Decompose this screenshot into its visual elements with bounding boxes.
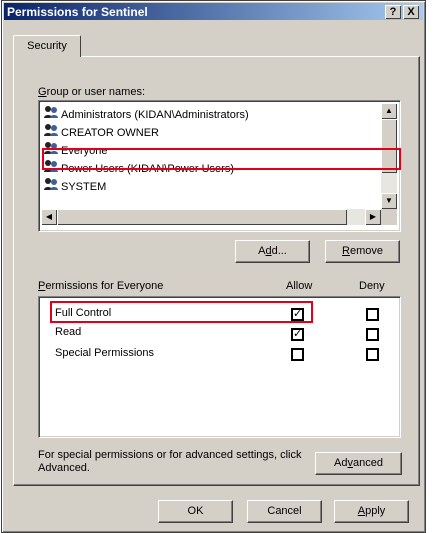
deny-special-checkbox[interactable] [366, 348, 379, 361]
close-button[interactable]: X [403, 5, 419, 19]
tab-security[interactable]: Security [13, 35, 81, 57]
users-group-icon [43, 123, 59, 143]
permission-name: Read [55, 326, 82, 338]
scroll-right-icon[interactable]: ▶ [365, 209, 381, 225]
allow-read-checkbox[interactable]: ✓ [291, 328, 304, 341]
permission-name: Special Permissions [55, 347, 155, 359]
advanced-button[interactable]: Advanced [315, 452, 402, 475]
add-button[interactable]: Add... [235, 240, 310, 263]
deny-read-checkbox[interactable] [366, 328, 379, 341]
horizontal-scrollbar[interactable]: ◀ ▶ [41, 209, 381, 225]
tab-security-label: Security [27, 40, 67, 52]
cancel-button[interactable]: Cancel [247, 500, 322, 523]
scroll-thumb-horizontal[interactable] [57, 209, 347, 225]
user-name: SYSTEM [61, 180, 107, 191]
scroll-left-icon[interactable]: ◀ [41, 209, 57, 225]
title-bar[interactable]: Permissions for Sentinel ? X [4, 3, 423, 20]
user-name: Administrators (KIDAN\Administrators) [61, 108, 249, 121]
advanced-note: For special permissions or for advanced … [38, 449, 302, 474]
users-group-icon [43, 177, 59, 191]
permissions-dialog: Permissions for Sentinel ? X Security Gr… [1, 0, 426, 533]
list-item[interactable]: SYSTEM [43, 177, 106, 191]
users-group-icon [43, 105, 59, 125]
help-button[interactable]: ? [385, 5, 401, 19]
list-item[interactable]: CREATOR OWNER [43, 123, 159, 141]
group-label: Group or user names: [38, 86, 145, 98]
deny-full-control-checkbox[interactable] [366, 308, 379, 321]
scroll-up-icon[interactable]: ▲ [381, 103, 397, 119]
allow-header: Allow [286, 280, 313, 292]
apply-button[interactable]: Apply [334, 500, 409, 523]
highlight-everyone [42, 148, 401, 170]
window-title: Permissions for Sentinel [7, 5, 148, 19]
scroll-corner [381, 209, 397, 225]
list-item[interactable]: Administrators (KIDAN\Administrators) [43, 105, 249, 123]
ok-button[interactable]: OK [158, 500, 233, 523]
deny-header: Deny [359, 280, 385, 292]
allow-special-checkbox[interactable] [291, 348, 304, 361]
highlight-full-control [50, 301, 313, 323]
scroll-down-icon[interactable]: ▼ [381, 193, 397, 209]
remove-button[interactable]: Remove [325, 240, 400, 263]
permissions-header: Permissions for Everyone [38, 280, 164, 292]
user-name: CREATOR OWNER [61, 126, 159, 139]
